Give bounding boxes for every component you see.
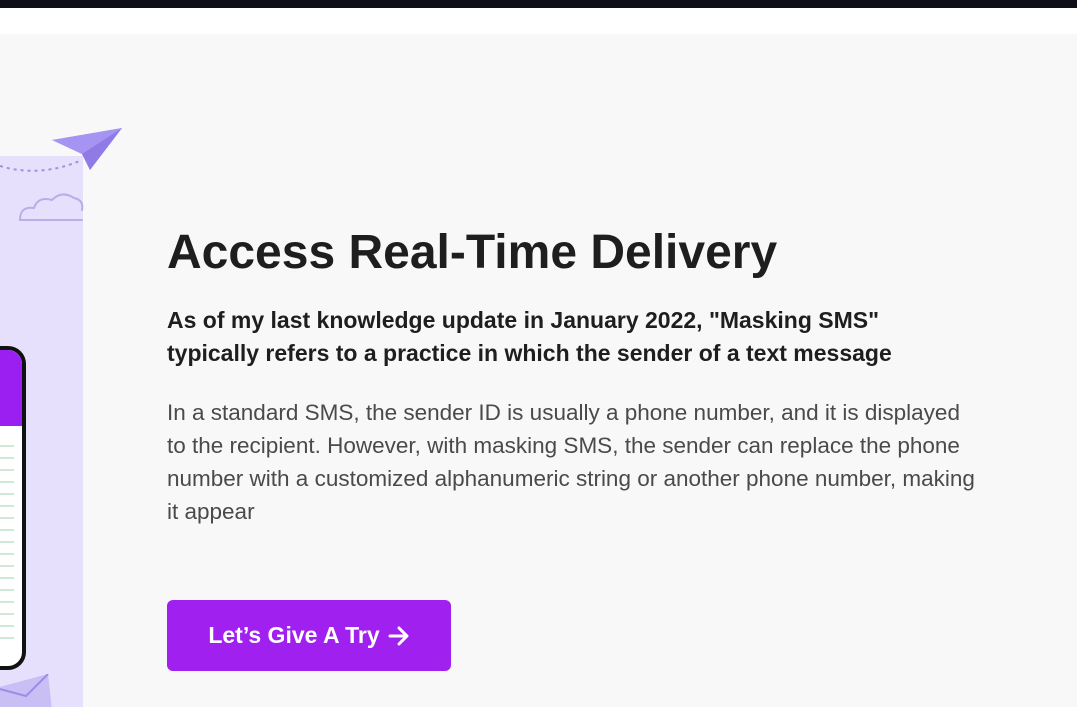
- cloud-icon: [19, 193, 84, 221]
- page-title: Access Real-Time Delivery: [167, 226, 778, 279]
- phone-mockup: [0, 346, 26, 670]
- phone-header: [0, 350, 22, 426]
- try-button[interactable]: Let’s Give A Try: [167, 600, 451, 671]
- envelope-icon: [0, 674, 52, 707]
- arrow-right-icon: [388, 625, 410, 647]
- hero-content: Access Real-Time Delivery As of my last …: [167, 224, 997, 528]
- lead-paragraph: As of my last knowledge update in Januar…: [167, 307, 892, 366]
- hero-section: Access Real-Time Delivery As of my last …: [0, 34, 1077, 707]
- paper-plane-icon: [52, 128, 122, 170]
- top-bar: [0, 0, 1077, 8]
- try-button-label: Let’s Give A Try: [208, 622, 380, 648]
- illustration: [0, 34, 130, 707]
- phone-list: [0, 445, 14, 645]
- body-paragraph: In a standard SMS, the sender ID is usua…: [167, 400, 975, 524]
